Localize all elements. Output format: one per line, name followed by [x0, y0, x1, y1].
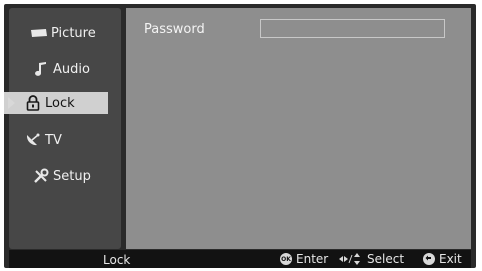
- picture-icon: [30, 24, 48, 42]
- ok-button-icon: OK: [280, 253, 292, 265]
- exit-label: Exit: [439, 252, 462, 266]
- satellite-dish-icon: [24, 131, 42, 149]
- select-hint: Select: [339, 252, 404, 266]
- sidebar-item-lock[interactable]: Lock: [4, 92, 108, 114]
- sidebar-item-label: Lock: [45, 95, 75, 111]
- music-note-icon: [32, 60, 50, 78]
- return-icon: [423, 253, 435, 265]
- password-label: Password: [144, 22, 205, 37]
- select-label: Select: [367, 252, 405, 266]
- bottom-bar-title: Lock: [103, 253, 131, 267]
- sidebar-item-label: Setup: [53, 168, 91, 184]
- enter-label: Enter: [296, 252, 329, 266]
- padlock-icon: [24, 94, 42, 112]
- exit-hint: Exit: [423, 252, 462, 266]
- enter-hint: OK Enter: [280, 252, 328, 266]
- password-input[interactable]: [260, 19, 445, 38]
- sidebar-item-label: TV: [45, 132, 62, 148]
- sidebar-item-tv[interactable]: TV: [4, 129, 108, 151]
- main-panel: [126, 8, 471, 249]
- sidebar-item-picture[interactable]: Picture: [4, 22, 108, 44]
- sidebar-item-setup[interactable]: Setup: [4, 165, 108, 187]
- sidebar-item-label: Picture: [51, 25, 96, 41]
- selection-arrow-icon: [8, 97, 15, 109]
- sidebar-item-label: Audio: [53, 61, 90, 77]
- wrench-screwdriver-icon: [32, 167, 50, 185]
- sidebar-item-audio[interactable]: Audio: [4, 58, 108, 80]
- direction-arrows-icon: [339, 253, 363, 265]
